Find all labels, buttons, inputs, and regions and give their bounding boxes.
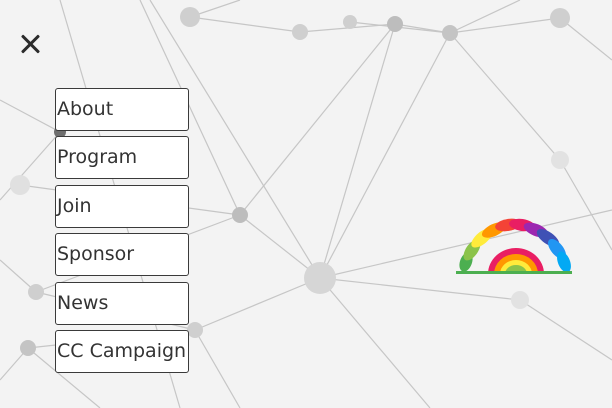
close-icon[interactable] xyxy=(17,32,43,58)
menu-item-join[interactable]: Join xyxy=(55,184,189,228)
menu-item-cc-campaign[interactable]: CC Campaign xyxy=(55,329,189,373)
menu-item-sponsor[interactable]: Sponsor xyxy=(55,233,189,277)
main-menu: About Program Join Sponsor News CC Campa… xyxy=(55,88,189,378)
menu-item-news[interactable]: News xyxy=(55,281,189,325)
menu-item-about[interactable]: About xyxy=(55,88,189,131)
rainbow-fan-logo[interactable] xyxy=(456,218,572,274)
menu-item-program[interactable]: Program xyxy=(55,136,189,180)
